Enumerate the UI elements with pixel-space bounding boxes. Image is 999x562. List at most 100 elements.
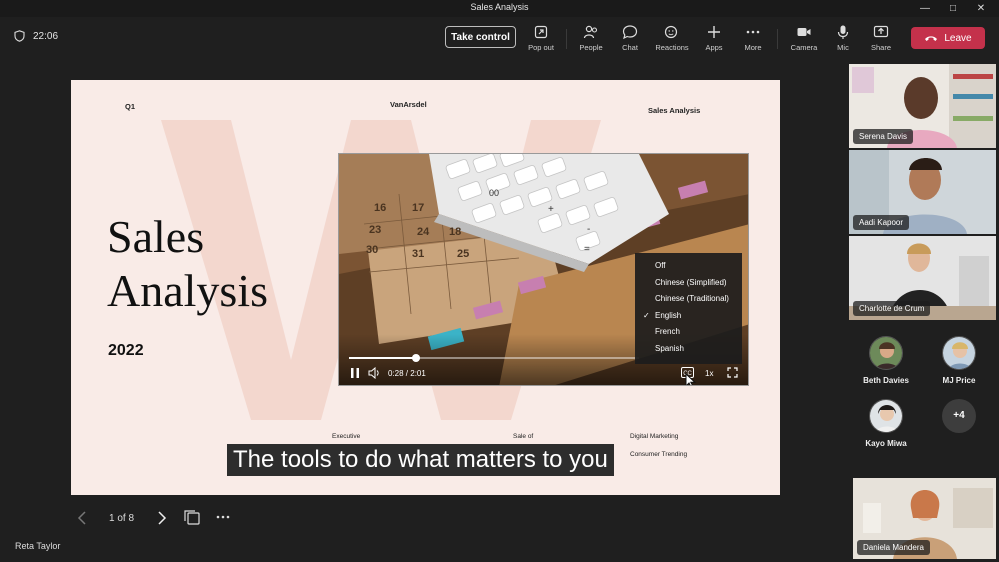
video-progress-bar[interactable] — [349, 357, 639, 359]
video-progress-fill — [349, 357, 416, 359]
presentation-slide: Q1 VanArsdel Sales Analysis Sales Analys… — [71, 80, 780, 495]
phone-hangup-icon — [924, 34, 938, 42]
pause-icon[interactable] — [349, 367, 361, 379]
people-button[interactable]: People — [571, 24, 611, 54]
captions-menu: Off Chinese (Simplified) Chinese (Tradit… — [635, 253, 742, 364]
captions-option-chinese-simplified[interactable]: Chinese (Simplified) — [635, 276, 742, 293]
participant-tile[interactable]: Serena Davis — [849, 64, 996, 148]
more-button[interactable]: More — [733, 24, 773, 54]
slide-label-sale-of: Sale of — [513, 433, 533, 440]
close-button[interactable]: ✕ — [967, 0, 995, 17]
avatar — [942, 336, 976, 370]
video-player[interactable]: 00 + - = 16 17 18 23 24 25 30 31 0:28 — [338, 153, 749, 386]
participant-tile[interactable]: Charlotte de Crum — [849, 236, 996, 320]
calendar-number: 24 — [417, 226, 429, 238]
next-slide-icon[interactable] — [157, 511, 167, 525]
avatar — [869, 399, 903, 433]
slide-counter: 1 of 8 — [109, 513, 134, 524]
participant-name: Daniela Mandera — [857, 540, 930, 555]
participant-name: Serena Davis — [853, 129, 913, 144]
leave-label: Leave — [944, 33, 971, 44]
svg-text:=: = — [584, 244, 590, 255]
toolbar-divider — [566, 29, 567, 49]
video-time: 0:28 / 2:01 — [388, 369, 426, 378]
previous-slide-icon[interactable] — [77, 511, 87, 525]
svg-text:00: 00 — [489, 188, 499, 198]
people-icon — [583, 24, 599, 40]
timer-text: 22:06 — [33, 31, 58, 42]
meeting-timer: 22:06 — [14, 30, 58, 42]
calendar-number: 17 — [412, 202, 424, 214]
window-title: Sales Analysis — [0, 2, 999, 12]
option-label: English — [655, 311, 681, 320]
option-label: Chinese (Simplified) — [655, 278, 727, 287]
captions-option-chinese-traditional[interactable]: Chinese (Traditional) — [635, 292, 742, 309]
fullscreen-icon[interactable] — [727, 367, 738, 378]
svg-text:-: - — [587, 224, 590, 235]
participant-tile[interactable]: Aadi Kapoor — [849, 150, 996, 234]
more-label: More — [744, 43, 761, 52]
captions-option-english[interactable]: ✓English — [635, 309, 742, 326]
minimize-button[interactable]: — — [911, 0, 939, 17]
popout-label: Pop out — [528, 43, 554, 52]
slide-label-digital-marketing: Digital Marketing — [630, 433, 678, 440]
meeting-toolbar: 22:06 Take control Pop out People Chat R… — [0, 17, 999, 59]
apps-button[interactable]: Apps — [694, 24, 734, 54]
mouse-cursor-icon — [685, 373, 696, 386]
slide-title-line1: Sales — [107, 210, 268, 264]
slide-title: Sales Analysis — [107, 210, 268, 318]
live-caption: The tools to do what matters to you — [227, 444, 614, 476]
leave-button[interactable]: Leave — [911, 27, 985, 49]
volume-icon[interactable] — [368, 367, 381, 379]
self-video-tile[interactable]: Daniela Mandera — [853, 478, 996, 559]
svg-text:+: + — [548, 204, 554, 215]
participant-avatar-item[interactable]: Kayo Miwa — [856, 399, 916, 448]
camera-label: Camera — [791, 43, 818, 52]
reactions-label: Reactions — [655, 43, 688, 52]
option-label: French — [655, 327, 680, 336]
participant-avatar-item[interactable]: MJ Price — [929, 336, 989, 385]
title-bar: Sales Analysis — □ ✕ — [0, 0, 999, 17]
captions-option-off[interactable]: Off — [635, 259, 742, 276]
participant-name: Beth Davies — [856, 376, 916, 385]
shield-icon — [14, 30, 25, 42]
take-control-button[interactable]: Take control — [445, 26, 516, 48]
popout-button[interactable]: Pop out — [521, 24, 561, 54]
playback-speed[interactable]: 1x — [705, 369, 713, 378]
reactions-button[interactable]: Reactions — [652, 24, 692, 54]
share-icon — [873, 24, 889, 40]
captions-option-french[interactable]: French — [635, 325, 742, 342]
chat-label: Chat — [622, 43, 638, 52]
slide-brand: VanArsdel — [390, 100, 427, 109]
more-options-icon[interactable] — [216, 515, 230, 519]
reactions-icon — [664, 24, 680, 40]
captions-option-spanish[interactable]: Spanish — [635, 342, 742, 359]
option-label: Off — [655, 261, 666, 270]
chat-button[interactable]: Chat — [610, 24, 650, 54]
slide-header-right: Sales Analysis — [648, 106, 700, 115]
mic-icon — [835, 24, 851, 40]
video-progress-handle[interactable] — [412, 354, 420, 362]
share-button[interactable]: Share — [861, 24, 901, 54]
mic-button[interactable]: Mic — [823, 24, 863, 54]
camera-button[interactable]: Camera — [784, 24, 824, 54]
calendar-number: 25 — [457, 248, 469, 260]
calendar-number: 23 — [369, 224, 381, 236]
calendar-number: 18 — [449, 226, 461, 238]
popout-icon — [533, 24, 549, 40]
slide-label-consumer-trending: Consumer Trending — [630, 451, 687, 458]
more-participants-button[interactable]: +4 — [929, 399, 989, 433]
participant-avatar-item[interactable]: Beth Davies — [856, 336, 916, 385]
avatar — [869, 336, 903, 370]
participant-name: Charlotte de Crum — [853, 301, 930, 316]
slide-label-executive: Executive — [332, 433, 360, 440]
chat-icon — [622, 24, 638, 40]
maximize-button[interactable]: □ — [939, 0, 967, 17]
share-label: Share — [871, 43, 891, 52]
apps-label: Apps — [705, 43, 722, 52]
more-icon — [745, 24, 761, 40]
slide-title-line2: Analysis — [107, 264, 268, 318]
slide-overview-icon[interactable] — [184, 510, 200, 525]
slide-year: 2022 — [108, 342, 144, 360]
participant-name: MJ Price — [929, 376, 989, 385]
